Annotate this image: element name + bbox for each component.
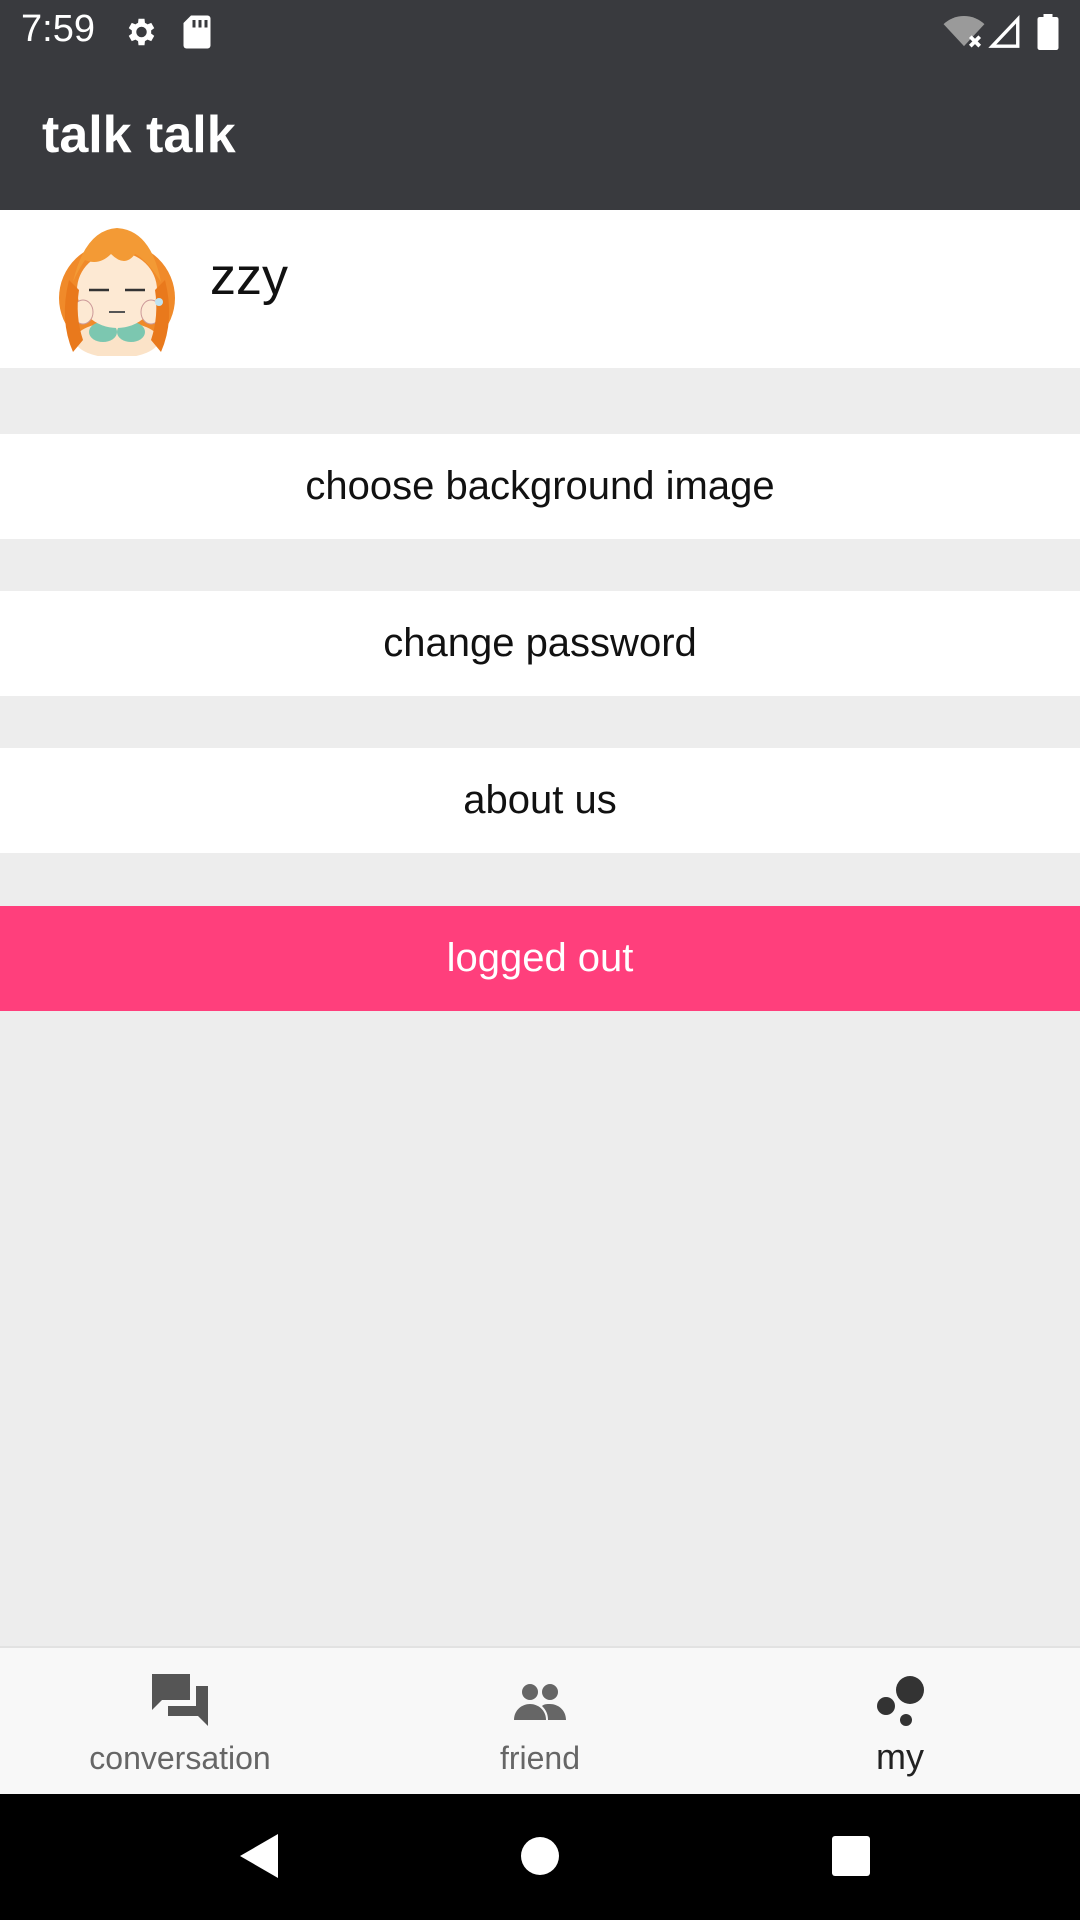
tab-my[interactable]: my bbox=[720, 1648, 1080, 1796]
tab-conversation[interactable]: conversation bbox=[0, 1648, 360, 1796]
chat-icon bbox=[152, 1674, 208, 1726]
app-title: talk talk bbox=[42, 106, 236, 164]
tab-my-label: my bbox=[876, 1736, 924, 1777]
recents-icon[interactable] bbox=[830, 1832, 872, 1880]
profile-row[interactable]: zzy bbox=[0, 210, 1080, 368]
sd-card-icon bbox=[183, 15, 211, 49]
avatar[interactable] bbox=[55, 220, 179, 356]
tab-friend-label: friend bbox=[499, 1740, 581, 1776]
about-us-button[interactable]: about us bbox=[0, 748, 1080, 853]
logout-label: logged out bbox=[446, 936, 634, 980]
system-nav-bar bbox=[0, 1794, 1080, 1920]
tab-friend[interactable]: friend bbox=[360, 1648, 720, 1796]
profile-name: zzy bbox=[210, 248, 288, 306]
logout-button[interactable]: logged out bbox=[0, 906, 1080, 1011]
choose-background-button[interactable]: choose background image bbox=[0, 434, 1080, 539]
home-icon[interactable] bbox=[520, 1832, 560, 1880]
choose-background-label: choose background image bbox=[305, 464, 775, 508]
status-time: 7:59 bbox=[21, 8, 95, 50]
app-bar: talk talk bbox=[0, 63, 1080, 210]
wifi-off-icon bbox=[943, 16, 985, 48]
tab-conversation-label: conversation bbox=[89, 1740, 271, 1776]
about-us-label: about us bbox=[463, 778, 617, 822]
change-password-label: change password bbox=[383, 621, 697, 665]
change-password-button[interactable]: change password bbox=[0, 591, 1080, 696]
back-icon[interactable] bbox=[238, 1832, 280, 1880]
battery-icon bbox=[1037, 14, 1059, 50]
gear-icon bbox=[128, 18, 155, 46]
status-bar: 7:59 bbox=[0, 0, 1080, 63]
dots-icon bbox=[877, 1676, 924, 1726]
people-icon bbox=[514, 1684, 566, 1720]
bottom-tab-bar: conversation friend my bbox=[0, 1646, 1080, 1796]
signal-icon bbox=[988, 14, 1020, 48]
